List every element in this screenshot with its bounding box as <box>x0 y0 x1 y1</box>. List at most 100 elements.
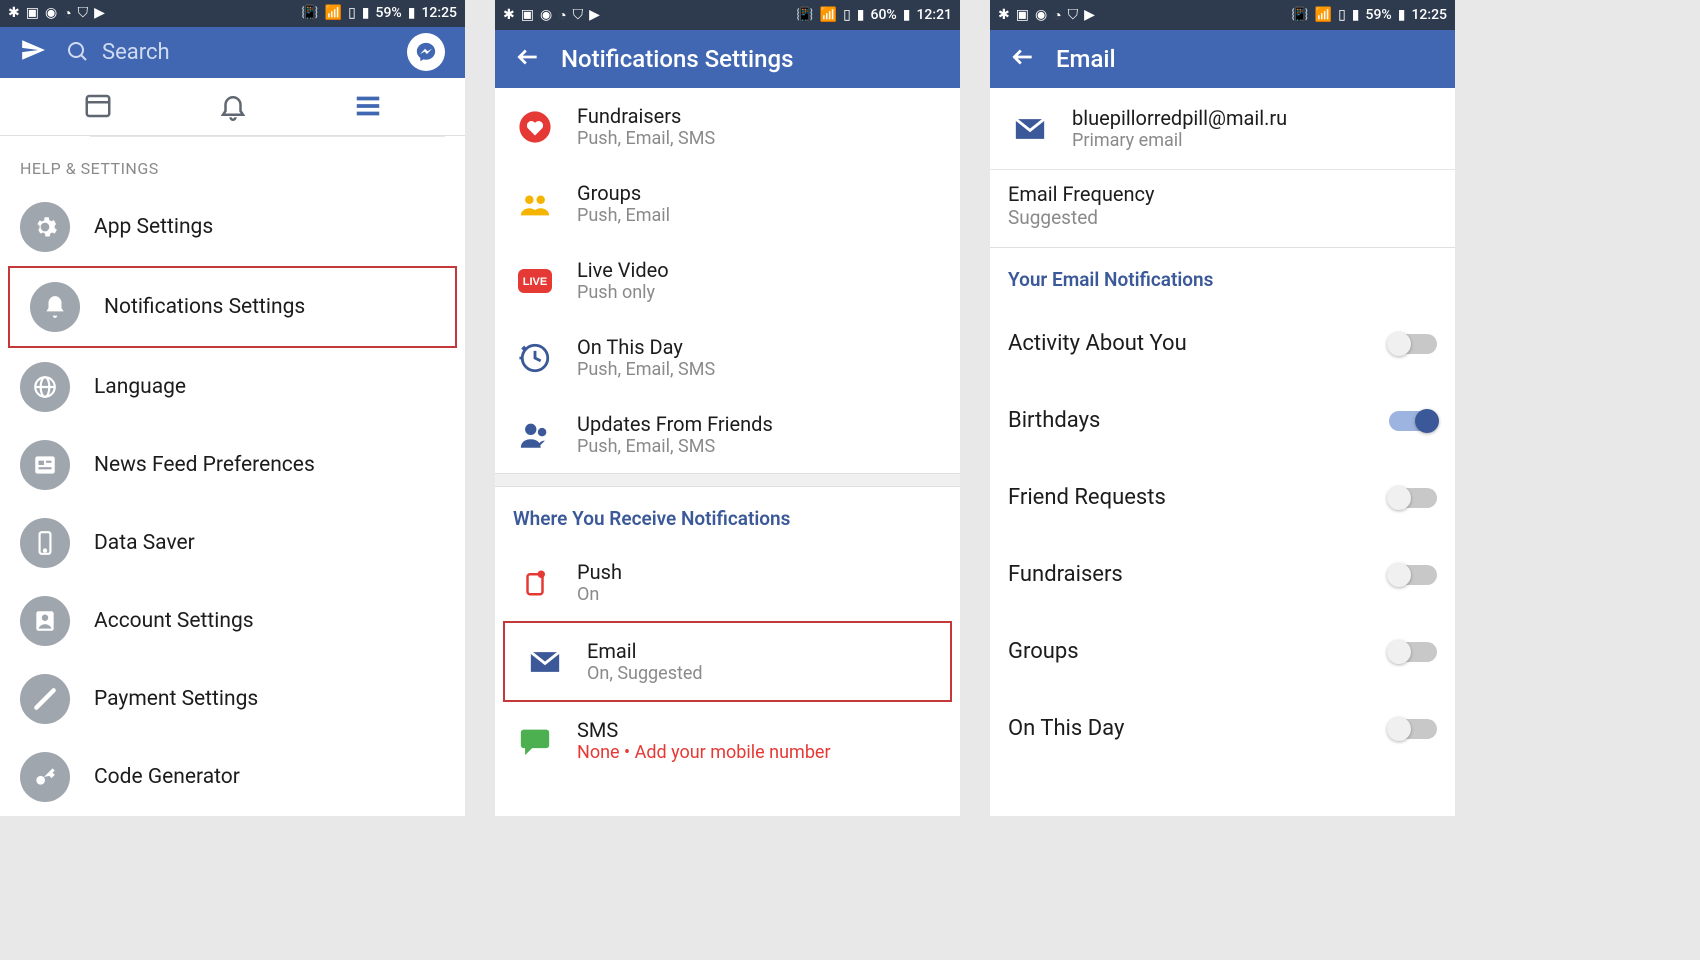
account-icon <box>20 596 70 646</box>
back-button[interactable] <box>1010 44 1036 74</box>
wifi-icon: 📶 <box>820 7 837 23</box>
signal-icon: ▮ <box>857 7 865 23</box>
battery-percent: 59% <box>376 5 402 21</box>
key-icon <box>20 752 70 802</box>
toggle-switch[interactable] <box>1389 334 1437 354</box>
menu-label: App Settings <box>94 215 213 239</box>
channel-item-email[interactable]: Email On, Suggested <box>503 621 952 702</box>
notif-sub: Push, Email, SMS <box>577 359 715 380</box>
send-icon[interactable] <box>20 37 46 67</box>
toggle-label: Groups <box>1008 639 1079 664</box>
notif-item-heart[interactable]: Fundraisers Push, Email, SMS <box>495 88 960 165</box>
section-header: Where You Receive Notifications <box>495 487 960 544</box>
signal-icon: ▮ <box>1352 7 1360 23</box>
primary-email-row[interactable]: bluepillorredpill@mail.ru Primary email <box>990 88 1455 169</box>
channel-title: Email <box>587 639 703 663</box>
pie-icon: ◔ <box>63 5 71 22</box>
fb-header: Notifications Settings <box>495 30 960 88</box>
push-icon <box>515 563 555 603</box>
back-button[interactable] <box>515 44 541 74</box>
menu-item-globe[interactable]: Language <box>0 348 465 426</box>
notif-item-friends[interactable]: Updates From Friends Push, Email, SMS <box>495 396 960 473</box>
toggle-label: Birthdays <box>1008 408 1100 433</box>
pie-icon: ◔ <box>1053 7 1061 24</box>
notif-title: Groups <box>577 181 670 205</box>
shield-icon: ⛉ <box>1068 7 1079 23</box>
channel-sub: On <box>577 584 622 605</box>
battery-percent: 60% <box>871 7 897 23</box>
channel-title: SMS <box>577 718 831 742</box>
notif-sub: Push only <box>577 282 669 303</box>
search-button[interactable]: Search <box>66 40 387 65</box>
toggle-switch[interactable] <box>1389 642 1437 662</box>
page-title: Notifications Settings <box>561 45 793 73</box>
menu-list: App Settings Notifications Settings Lang… <box>0 188 465 816</box>
notif-item-live[interactable]: LIVE Live Video Push only <box>495 242 960 319</box>
menu-item-account[interactable]: Account Settings <box>0 582 465 660</box>
menu-item-bell[interactable]: Notifications Settings <box>8 266 457 348</box>
pie-icon: ◔ <box>558 7 566 24</box>
menu-label: Account Settings <box>94 609 254 633</box>
status-right: 📳 📶 ▯ ▮ 59% ▮ 12:25 <box>301 5 457 21</box>
notif-list: Fundraisers Push, Email, SMS Groups Push… <box>495 88 960 473</box>
search-icon <box>66 40 90 64</box>
live-icon: LIVE <box>515 261 555 301</box>
channel-item-sms[interactable]: SMS None • Add your mobile number <box>495 702 960 779</box>
tab-bar <box>0 78 465 136</box>
email-frequency-row[interactable]: Email Frequency Suggested <box>990 170 1455 248</box>
fb-header: Search <box>0 27 465 78</box>
wifi-icon: 📶 <box>1315 7 1332 23</box>
toggle-row-groups[interactable]: Groups <box>990 613 1455 690</box>
messenger-button[interactable] <box>407 33 445 71</box>
toggle-switch[interactable] <box>1389 719 1437 739</box>
signal-icon: ▮ <box>362 5 370 21</box>
image-icon: ▣ <box>521 7 534 23</box>
screen-email-settings: ✱ ▣ ◉ ◔ ⛉ ▶ 📳 📶 ▯ ▮ 59% ▮ 12:25 Email bl… <box>990 0 1455 816</box>
vibrate-icon: 📳 <box>796 7 813 23</box>
notif-item-clock[interactable]: On This Day Push, Email, SMS <box>495 319 960 396</box>
notif-title: On This Day <box>577 335 715 359</box>
tab-menu[interactable] <box>351 89 385 123</box>
menu-label: News Feed Preferences <box>94 453 315 477</box>
clock-text: 12:21 <box>916 7 952 23</box>
notif-title: Live Video <box>577 258 669 282</box>
battery-percent: 59% <box>1366 7 1392 23</box>
channel-item-push[interactable]: Push On <box>495 544 960 621</box>
menu-label: Language <box>94 375 186 399</box>
menu-label: Code Generator <box>94 765 240 789</box>
tab-feed[interactable] <box>81 89 115 123</box>
image-icon: ▣ <box>1016 7 1029 23</box>
menu-label: Payment Settings <box>94 687 258 711</box>
notif-item-groups[interactable]: Groups Push, Email <box>495 165 960 242</box>
channel-list: Push On Email On, Suggested SMS None • A… <box>495 544 960 779</box>
hamburger-icon <box>353 91 383 121</box>
toggle-switch[interactable] <box>1389 488 1437 508</box>
toggle-row-on-this-day[interactable]: On This Day <box>990 690 1455 767</box>
circle-icon: ◉ <box>540 7 552 23</box>
status-right: 📳 📶 ▯ ▮ 59% ▮ 12:25 <box>1291 7 1447 23</box>
toggle-row-fundraisers[interactable]: Fundraisers <box>990 536 1455 613</box>
status-left-icons: ✱ ▣ ◉ ◔ ⛉ ▶ <box>8 5 105 22</box>
tab-notifications[interactable] <box>216 89 250 123</box>
toggle-row-birthdays[interactable]: Birthdays <box>990 382 1455 459</box>
clock-text: 12:25 <box>1411 7 1447 23</box>
vibrate-icon: 📳 <box>301 5 318 21</box>
toggle-row-activity-about-you[interactable]: Activity About You <box>990 305 1455 382</box>
clock-icon <box>515 338 555 378</box>
channel-sub: None • Add your mobile number <box>577 742 831 763</box>
menu-item-phone[interactable]: Data Saver <box>0 504 465 582</box>
menu-item-payment[interactable]: Payment Settings <box>0 660 465 738</box>
menu-item-key[interactable]: Code Generator <box>0 738 465 816</box>
toggle-switch[interactable] <box>1389 565 1437 585</box>
menu-label: Notifications Settings <box>104 295 305 319</box>
toggle-switch[interactable] <box>1389 411 1437 431</box>
bell-icon <box>30 282 80 332</box>
toggle-row-friend-requests[interactable]: Friend Requests <box>990 459 1455 536</box>
screen-menu: ✱ ▣ ◉ ◔ ⛉ ▶ 📳 📶 ▯ ▮ 59% ▮ 12:25 Search <box>0 0 465 816</box>
menu-item-feed[interactable]: News Feed Preferences <box>0 426 465 504</box>
shield-icon: ⛉ <box>78 5 89 21</box>
friends-icon <box>515 415 555 455</box>
gear-icon <box>20 202 70 252</box>
menu-item-gear[interactable]: App Settings <box>0 188 465 266</box>
notif-sub: Push, Email, SMS <box>577 436 773 457</box>
